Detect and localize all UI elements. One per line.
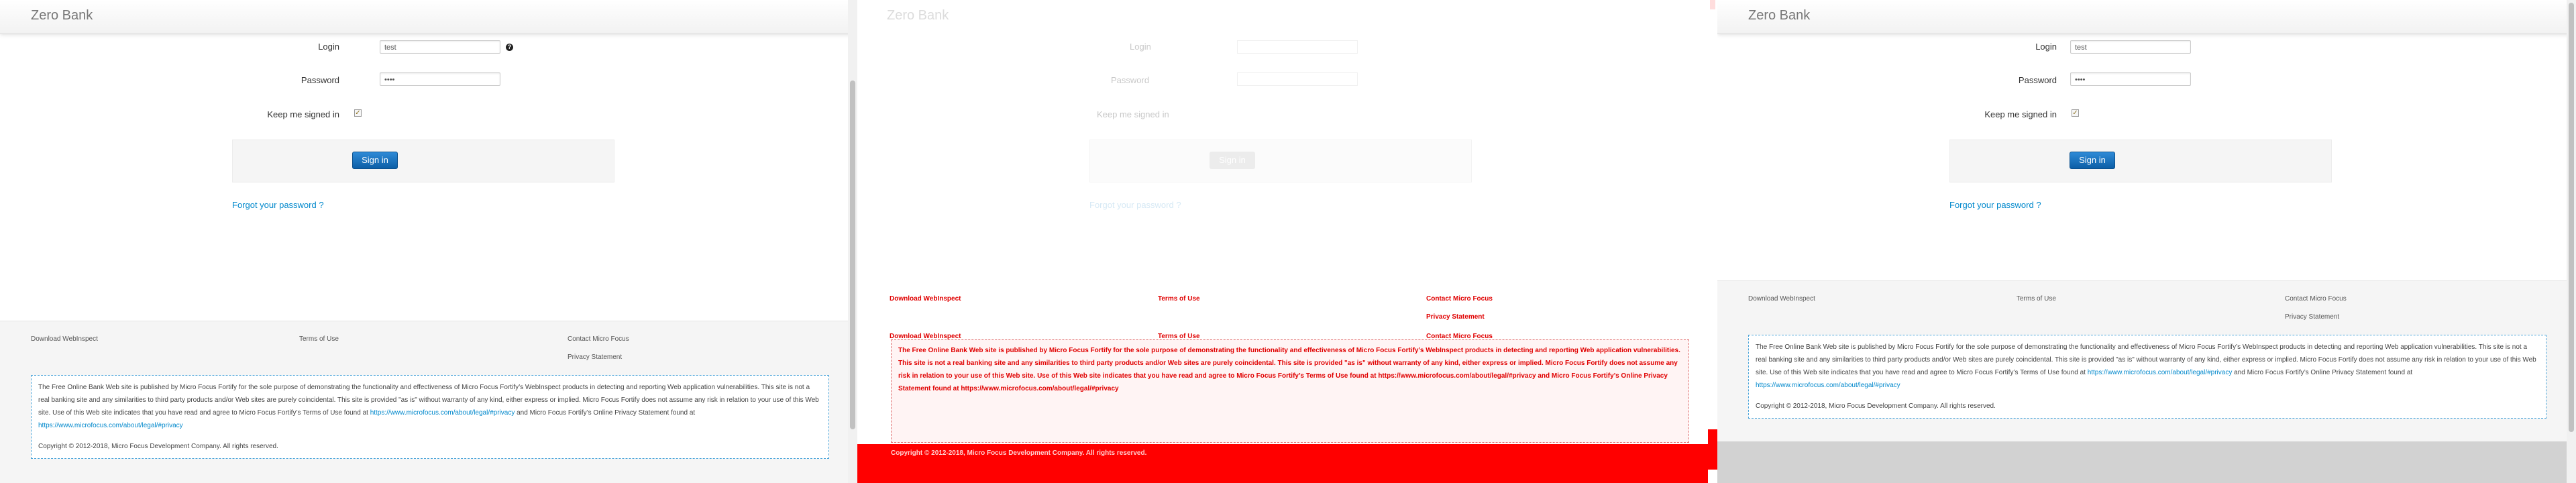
password-input-faded: [1237, 72, 1358, 86]
panel-left: Zero Bank Login test ? Password •••• Kee…: [0, 0, 857, 483]
disclaimer-box: The Free Online Bank Web site is publish…: [31, 375, 829, 459]
form-actions-well-right: [1949, 140, 2332, 182]
copyright: Copyright © 2012-2018, Micro Focus Devel…: [38, 443, 278, 450]
login-input-right[interactable]: test: [2070, 40, 2191, 54]
scroll-arrow-up[interactable]: [1710, 0, 1715, 9]
panel-middle: Zero Bank Login Password Keep me signed …: [857, 0, 1717, 483]
forgot-password-link-right[interactable]: Forgot your password ?: [1949, 200, 2041, 210]
login-label-right: Login: [2035, 42, 2057, 52]
keep-signed-in-checkbox-right[interactable]: ✓: [2072, 109, 2079, 117]
download-webinspect-link[interactable]: Download WebInspect: [31, 335, 98, 343]
well-faded: [1089, 140, 1472, 182]
download-link-red: Download WebInspect: [890, 295, 961, 303]
navbar-right: Zero Bank: [1717, 0, 2576, 34]
forgot-password-link[interactable]: Forgot your password ?: [232, 200, 324, 210]
page-bottom-gray: [1717, 441, 2567, 483]
scrollbar-red[interactable]: [1708, 0, 1717, 483]
navbar: Zero Bank: [0, 0, 857, 34]
password-label-faded: Password: [1111, 75, 1150, 85]
privacy-statement-link-right[interactable]: Privacy Statement: [2285, 313, 2339, 321]
form-actions-well: [232, 140, 614, 182]
footer-right: Download WebInspect Terms of Use Contact…: [1717, 280, 2576, 442]
disclaimer-box-right: The Free Online Bank Web site is publish…: [1748, 335, 2546, 419]
disclaimer-text-2-right: and Micro Focus Fortify’s Online Privacy…: [2234, 369, 2413, 376]
password-label: Password: [301, 75, 339, 85]
disclaimer-text-2: and Micro Focus Fortify’s Online Privacy…: [517, 409, 696, 417]
privacy-link-red: Privacy Statement: [1426, 313, 1485, 321]
brand-logo-right[interactable]: Zero Bank: [1748, 8, 1810, 23]
scrollbar-thumb-red[interactable]: [1708, 429, 1717, 470]
terms-url-link-right[interactable]: https://www.microfocus.com/about/legal/#…: [2088, 369, 2233, 376]
disclaimer-box-red: The Free Online Bank Web site is publish…: [891, 339, 1689, 443]
privacy-statement-link[interactable]: Privacy Statement: [568, 354, 622, 361]
terms-of-use-link-right[interactable]: Terms of Use: [2017, 295, 2056, 303]
privacy-url-link[interactable]: https://www.microfocus.com/about/legal/#…: [38, 422, 183, 429]
keep-signed-in-label-right: Keep me signed in: [1984, 109, 2057, 119]
terms-url-red: https://www.microfocus.com/about/legal/#…: [1378, 372, 1536, 380]
terms-url-link[interactable]: https://www.microfocus.com/about/legal/#…: [370, 409, 515, 417]
scrollbar-thumb[interactable]: [850, 80, 855, 429]
footer: Download WebInspect Terms of Use Contact…: [0, 321, 857, 483]
privacy-url-link-right[interactable]: https://www.microfocus.com/about/legal/#…: [1756, 382, 1900, 389]
password-input[interactable]: ••••: [380, 72, 500, 86]
sign-in-button-faded: Sign in: [1210, 152, 1255, 169]
password-label-right: Password: [2018, 75, 2057, 85]
contact-link-right[interactable]: Contact Micro Focus: [2285, 295, 2347, 303]
contact-link[interactable]: Contact Micro Focus: [568, 335, 629, 343]
scrollbar-thumb-right[interactable]: [2569, 3, 2574, 432]
sign-in-button-right[interactable]: Sign in: [2070, 152, 2115, 169]
login-input[interactable]: test: [380, 40, 500, 54]
contact-link-red: Contact Micro Focus: [1426, 295, 1493, 303]
forgot-link-faded: Forgot your password ?: [1089, 200, 1181, 210]
panel-right: Zero Bank Login test Password •••• Keep …: [1717, 0, 2576, 483]
download-webinspect-link-right[interactable]: Download WebInspect: [1748, 295, 1815, 303]
login-label-faded: Login: [1130, 42, 1151, 52]
help-icon[interactable]: ?: [506, 44, 513, 51]
scrollbar-right[interactable]: [2567, 0, 2576, 483]
keep-signed-in-checkbox[interactable]: ✓: [354, 109, 362, 117]
terms-link-red: Terms of Use: [1158, 295, 1200, 303]
terms-of-use-link[interactable]: Terms of Use: [299, 335, 339, 343]
copyright-right: Copyright © 2012-2018, Micro Focus Devel…: [1756, 402, 1996, 410]
privacy-url-red: https://www.microfocus.com/about/legal/#…: [961, 385, 1119, 392]
keep-label-faded: Keep me signed in: [1097, 109, 1169, 119]
login-input-faded: [1237, 40, 1358, 54]
sign-in-button[interactable]: Sign in: [352, 152, 398, 169]
keep-signed-in-label: Keep me signed in: [267, 109, 339, 119]
login-label: Login: [318, 42, 339, 52]
scrollbar[interactable]: [848, 0, 857, 483]
brand-logo[interactable]: Zero Bank: [31, 8, 93, 23]
password-input-right[interactable]: ••••: [2070, 72, 2191, 86]
red-overlay-band: Copyright © 2012-2018, Micro Focus Devel…: [857, 444, 1717, 483]
brand-logo-faded: Zero Bank: [887, 8, 949, 23]
copyright-red: Copyright © 2012-2018, Micro Focus Devel…: [891, 449, 1147, 457]
